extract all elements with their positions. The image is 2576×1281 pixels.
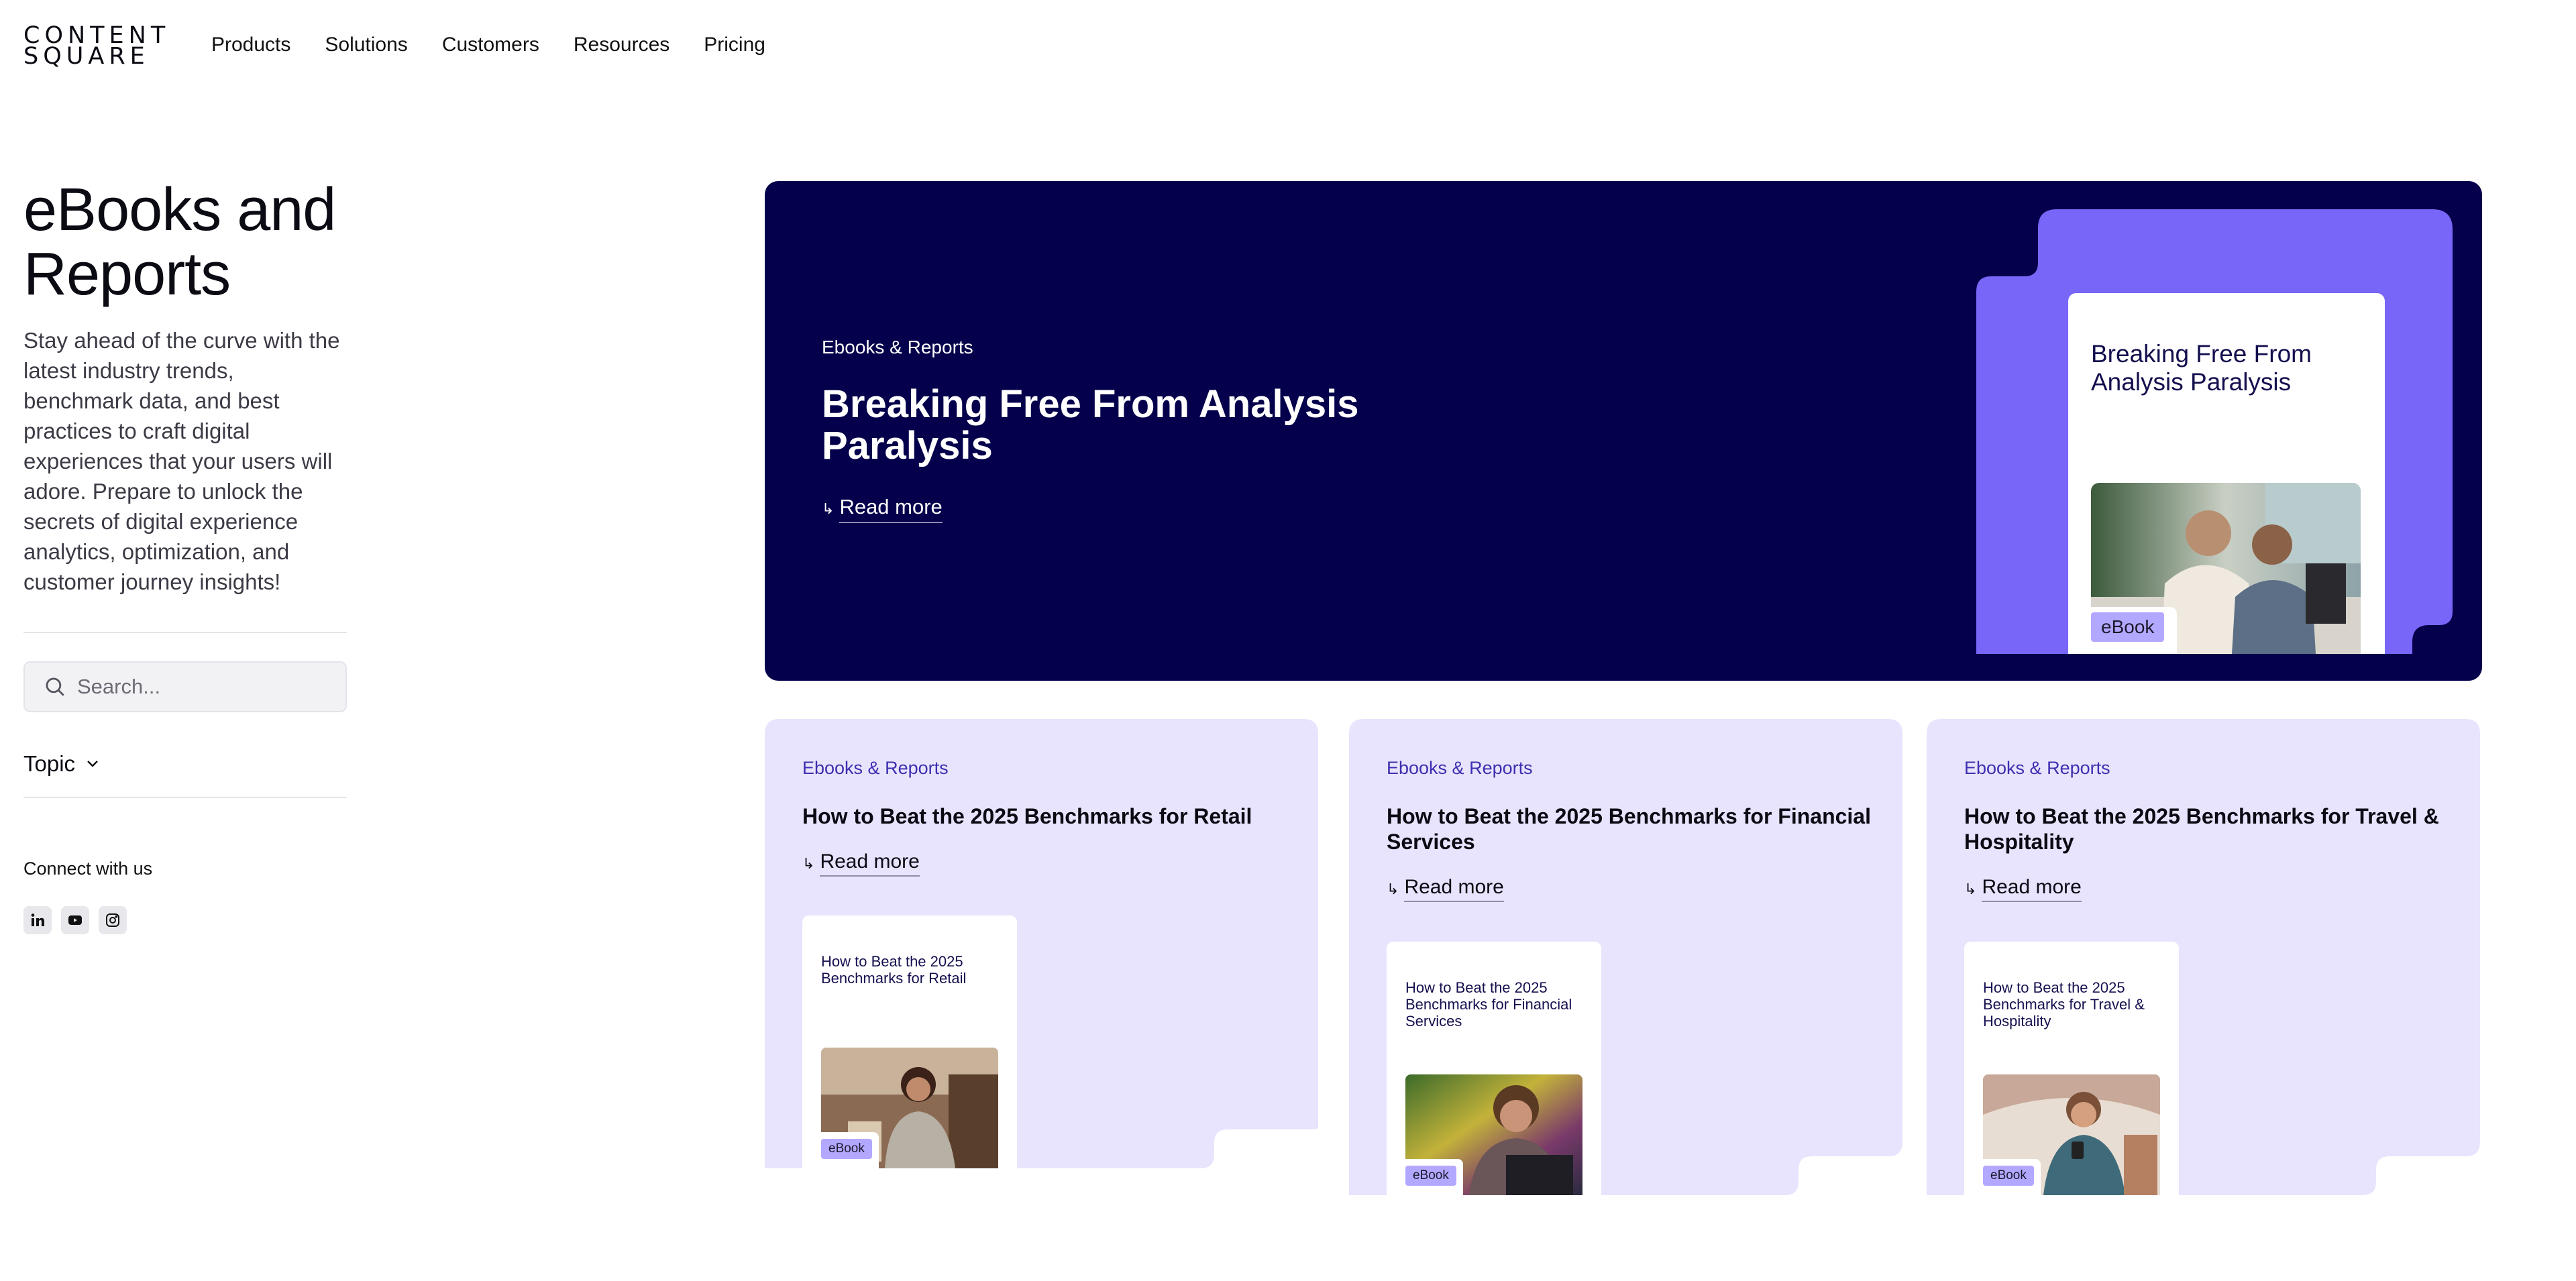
nav-resources[interactable]: Resources (574, 34, 669, 56)
topic-label: Topic (23, 751, 76, 776)
hero-read-more-label: Read more (839, 495, 943, 523)
sidebar-divider-2 (23, 797, 347, 798)
card-badge-wrap: eBook (1405, 1159, 1463, 1195)
chevron-down-icon (87, 761, 98, 767)
resource-card-travel-hospitality[interactable]: Ebooks & Reports How to Beat the 2025 Be… (1927, 719, 2480, 1195)
card-read-more-label: Read more (820, 850, 920, 877)
card-book-cover: How to Beat the 2025 Benchmarks for Trav… (1964, 942, 2179, 1195)
card-category: Ebooks & Reports (1387, 758, 1533, 778)
resource-card-retail[interactable]: Ebooks & Reports How to Beat the 2025 Be… (765, 719, 1318, 1168)
sidebar: eBooks and Reports Stay ahead of the cur… (23, 178, 347, 934)
nav-pricing[interactable]: Pricing (704, 34, 765, 56)
card-book-title: How to Beat the 2025 Benchmarks for Reta… (821, 953, 967, 987)
main-menu: Products Solutions Customers Resources P… (211, 34, 765, 56)
card-title: How to Beat the 2025 Benchmarks for Reta… (802, 804, 1252, 828)
card-title: How to Beat the 2025 Benchmarks for Fina… (1387, 804, 1871, 854)
youtube-icon (68, 915, 82, 925)
arrow-return-icon: ↳ (1964, 880, 1977, 897)
card-ebook-badge: eBook (1405, 1166, 1456, 1186)
nav-customers[interactable]: Customers (442, 34, 539, 56)
page-intro: Stay ahead of the curve with the latest … (23, 328, 340, 594)
page-title: eBooks and Reports (23, 176, 336, 308)
instagram-icon (106, 913, 119, 927)
card-read-more-link[interactable]: ↳ Read more (1964, 876, 2082, 902)
search-box[interactable] (23, 661, 347, 712)
card-ebook-badge: eBook (1983, 1166, 2034, 1186)
instagram-link[interactable] (99, 906, 127, 934)
sidebar-divider (23, 632, 347, 633)
card-category: Ebooks & Reports (1964, 758, 2110, 778)
card-ebook-badge: eBook (821, 1139, 872, 1159)
card-title: How to Beat the 2025 Benchmarks for Trav… (1964, 804, 2439, 854)
linkedin-link[interactable] (23, 906, 52, 934)
contentsquare-logo[interactable]: CONTENT SQUARE (23, 24, 165, 70)
card-read-more-link[interactable]: ↳ Read more (1387, 876, 1504, 902)
topic-filter[interactable]: Topic (23, 751, 347, 777)
hero-book-title: Breaking Free From Analysis Paralysis (2091, 340, 2312, 396)
card-read-more-label: Read more (1982, 876, 2082, 902)
social-links (23, 906, 347, 934)
arrow-return-icon: ↳ (802, 854, 815, 872)
card-book-title: How to Beat the 2025 Benchmarks for Trav… (1983, 979, 2145, 1029)
hero-book-cover-art: Breaking Free From Analysis Paralysis eB… (1976, 209, 2453, 654)
hero-read-more-link[interactable]: ↳ Read more (822, 495, 943, 523)
card-badge-wrap: eBook (1983, 1159, 2041, 1195)
card-read-more-label: Read more (1404, 876, 1504, 902)
nav-products[interactable]: Products (211, 34, 290, 56)
arrow-return-icon: ↳ (1387, 880, 1399, 897)
youtube-link[interactable] (61, 906, 89, 934)
hero-badge-wrap: eBook (2091, 607, 2177, 654)
card-book-title: How to Beat the 2025 Benchmarks for Fina… (1405, 979, 1572, 1029)
card-badge-wrap: eBook (821, 1132, 879, 1168)
linkedin-icon (31, 913, 44, 926)
connect-label: Connect with us (23, 858, 153, 879)
search-input[interactable] (77, 675, 332, 699)
search-icon (46, 677, 64, 696)
hero-book-cover: Breaking Free From Analysis Paralysis eB… (2068, 293, 2385, 654)
hero-category: Ebooks & Reports (822, 337, 973, 357)
arrow-return-icon: ↳ (822, 500, 835, 517)
logo-line-2: SQUARE (23, 43, 150, 70)
top-nav: CONTENT SQUARE Products Solutions Custom… (0, 0, 2576, 94)
card-book-cover: How to Beat the 2025 Benchmarks for Fina… (1387, 942, 1601, 1195)
resource-card-financial-services[interactable]: Ebooks & Reports How to Beat the 2025 Be… (1349, 719, 1902, 1195)
card-category: Ebooks & Reports (802, 758, 949, 778)
hero-ebook-badge: eBook (2091, 612, 2165, 642)
card-read-more-link[interactable]: ↳ Read more (802, 850, 920, 877)
featured-hero-card[interactable]: Ebooks & Reports Breaking Free From Anal… (765, 181, 2482, 681)
hero-title: Breaking Free From Analysis Paralysis (822, 382, 1359, 467)
nav-solutions[interactable]: Solutions (325, 34, 407, 56)
card-book-cover: How to Beat the 2025 Benchmarks for Reta… (802, 915, 1017, 1168)
